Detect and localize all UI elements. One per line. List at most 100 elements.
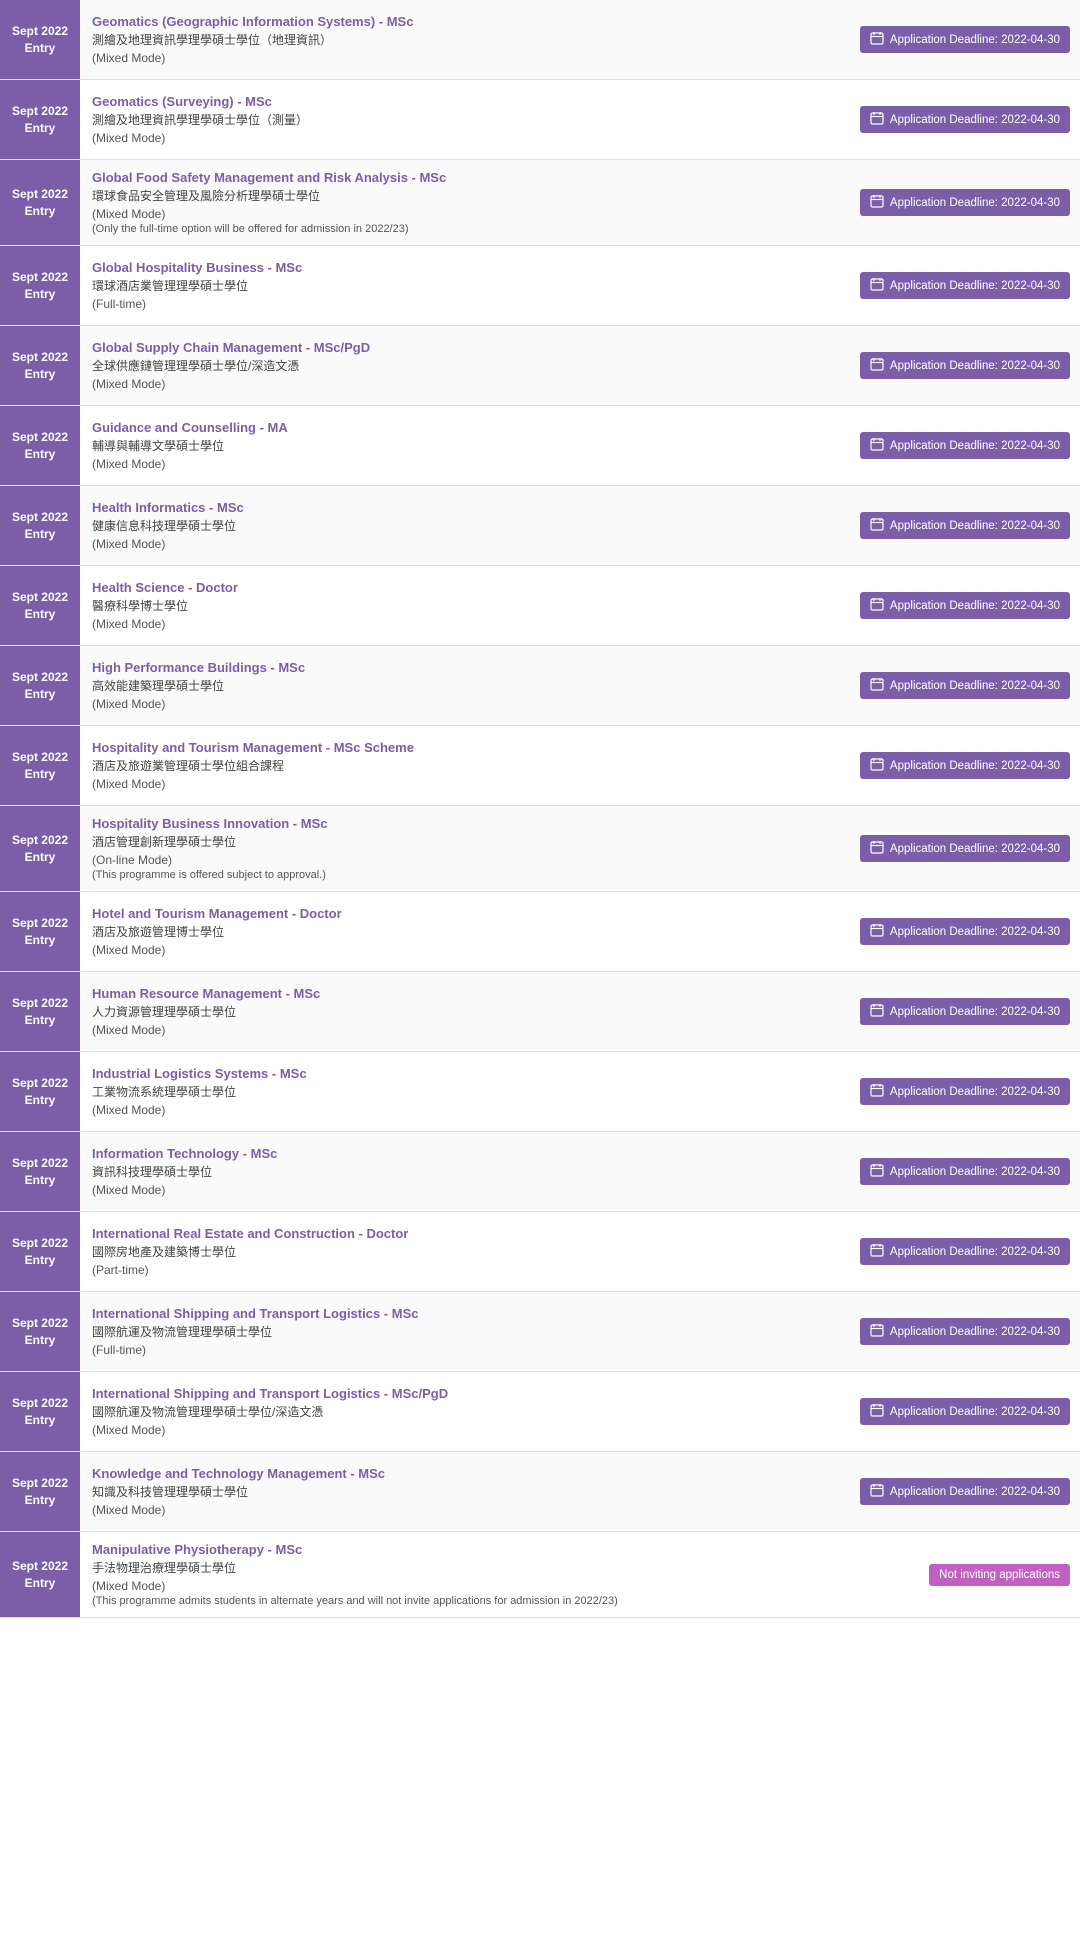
entry-badge: Sept 2022 Entry bbox=[0, 726, 80, 805]
program-info: Industrial Logistics Systems - MSc 工業物流系統… bbox=[80, 1052, 860, 1131]
deadline-text: Application Deadline: 2022-04-30 bbox=[890, 1086, 1060, 1098]
deadline-text: Application Deadline: 2022-04-30 bbox=[890, 600, 1060, 612]
program-row: Sept 2022 EntryGeomatics (Surveying) - M… bbox=[0, 80, 1080, 160]
program-title-zh: 全球供應鏈管理理學碩士學位/深造文憑 bbox=[92, 357, 848, 374]
program-title-zh: 酒店及旅遊業管理碩士學位組合課程 bbox=[92, 757, 848, 774]
deadline-col: Application Deadline: 2022-04-30 bbox=[860, 892, 1080, 971]
calendar-icon bbox=[870, 1323, 884, 1340]
entry-badge: Sept 2022 Entry bbox=[0, 406, 80, 485]
deadline-col: Application Deadline: 2022-04-30 bbox=[860, 80, 1080, 159]
program-mode: (Mixed Mode) bbox=[92, 131, 848, 145]
program-mode: (Mixed Mode) bbox=[92, 1423, 848, 1437]
deadline-badge: Application Deadline: 2022-04-30 bbox=[860, 592, 1070, 619]
deadline-text: Application Deadline: 2022-04-30 bbox=[890, 440, 1060, 452]
deadline-badge: Application Deadline: 2022-04-30 bbox=[860, 432, 1070, 459]
entry-badge: Sept 2022 Entry bbox=[0, 1212, 80, 1291]
calendar-icon bbox=[870, 31, 884, 48]
entry-badge: Sept 2022 Entry bbox=[0, 1532, 80, 1617]
entry-badge: Sept 2022 Entry bbox=[0, 246, 80, 325]
program-row: Sept 2022 Entry Knowledge and Technology … bbox=[0, 1452, 1080, 1532]
calendar-icon bbox=[870, 437, 884, 454]
program-title-en[interactable]: Global Supply Chain Management - MSc/PgD bbox=[92, 340, 848, 355]
calendar-icon bbox=[870, 1163, 884, 1180]
program-title-en[interactable]: Hospitality and Tourism Management - MSc… bbox=[92, 740, 848, 755]
program-title-en[interactable]: International Shipping and Transport Log… bbox=[92, 1386, 848, 1401]
program-title-zh: 手法物理治療理學碩士學位 bbox=[92, 1559, 848, 1576]
deadline-text: Application Deadline: 2022-04-30 bbox=[890, 1246, 1060, 1258]
deadline-badge: Application Deadline: 2022-04-30 bbox=[860, 1078, 1070, 1105]
deadline-col: Application Deadline: 2022-04-30 bbox=[860, 1292, 1080, 1371]
program-title-zh: 測繪及地理資訊學理學碩士學位（測量） bbox=[92, 111, 848, 128]
program-row: Sept 2022 Entry Global Food Safety Manage… bbox=[0, 160, 1080, 246]
calendar-icon bbox=[870, 597, 884, 614]
program-title-zh: 知識及科技管理理學碩士學位 bbox=[92, 1483, 848, 1500]
deadline-badge: Application Deadline: 2022-04-30 bbox=[860, 752, 1070, 779]
program-title-en[interactable]: Health Science - Doctor bbox=[92, 580, 848, 595]
program-mode: (Mixed Mode) bbox=[92, 1579, 848, 1593]
deadline-badge: Application Deadline: 2022-04-30 bbox=[860, 352, 1070, 379]
program-title-en[interactable]: Geomatics (Surveying) - MSc bbox=[92, 94, 848, 109]
program-row: Sept 2022 Entry International Real Estate… bbox=[0, 1212, 1080, 1292]
calendar-icon bbox=[870, 111, 884, 128]
deadline-col: Application Deadline: 2022-04-30 bbox=[860, 160, 1080, 245]
calendar-icon bbox=[870, 1003, 884, 1020]
entry-badge: Sept 2022 Entry bbox=[0, 1052, 80, 1131]
program-title-zh: 酒店及旅遊管理博士學位 bbox=[92, 923, 848, 940]
entry-badge: Sept 2022 Entry bbox=[0, 160, 80, 245]
deadline-badge: Application Deadline: 2022-04-30 bbox=[860, 1318, 1070, 1345]
entry-badge: Sept 2022 Entry bbox=[0, 806, 80, 891]
deadline-text: Application Deadline: 2022-04-30 bbox=[890, 1326, 1060, 1338]
program-row: Sept 2022 EntryHealth Informatics - MSc健… bbox=[0, 486, 1080, 566]
program-row: Sept 2022 EntryGlobal Hospitality Busine… bbox=[0, 246, 1080, 326]
program-title-en[interactable]: Geomatics (Geographic Information System… bbox=[92, 14, 848, 29]
program-title-en[interactable]: Guidance and Counselling - MA bbox=[92, 420, 848, 435]
deadline-badge: Application Deadline: 2022-04-30 bbox=[860, 512, 1070, 539]
entry-badge: Sept 2022 Entry bbox=[0, 1292, 80, 1371]
program-title-en[interactable]: Global Hospitality Business - MSc bbox=[92, 260, 848, 275]
program-mode: (Part-time) bbox=[92, 1263, 848, 1277]
entry-badge: Sept 2022 Entry bbox=[0, 972, 80, 1051]
program-title-en[interactable]: Manipulative Physiotherapy - MSc bbox=[92, 1542, 848, 1557]
program-info: High Performance Buildings - MSc高效能建築理學碩… bbox=[80, 646, 860, 725]
program-info: Global Hospitality Business - MSc環球酒店業管理… bbox=[80, 246, 860, 325]
program-info: Global Supply Chain Management - MSc/PgD… bbox=[80, 326, 860, 405]
program-info: Hospitality Business Innovation - MSc酒店管… bbox=[80, 806, 860, 891]
program-info: Hospitality and Tourism Management - MSc… bbox=[80, 726, 860, 805]
deadline-text: Application Deadline: 2022-04-30 bbox=[890, 114, 1060, 126]
program-row: Sept 2022 EntryHotel and Tourism Managem… bbox=[0, 892, 1080, 972]
program-info: International Real Estate and Constructi… bbox=[80, 1212, 860, 1291]
program-title-en[interactable]: International Real Estate and Constructi… bbox=[92, 1226, 848, 1241]
program-title-en[interactable]: Hospitality Business Innovation - MSc bbox=[92, 816, 848, 831]
program-title-en[interactable]: High Performance Buildings - MSc bbox=[92, 660, 848, 675]
deadline-badge: Not inviting applications bbox=[929, 1564, 1070, 1586]
program-mode: (Mixed Mode) bbox=[92, 1183, 848, 1197]
deadline-text: Application Deadline: 2022-04-30 bbox=[890, 1406, 1060, 1418]
program-title-en[interactable]: Hotel and Tourism Management - Doctor bbox=[92, 906, 848, 921]
program-note: (This programme admits students in alter… bbox=[92, 1595, 848, 1607]
entry-badge: Sept 2022 Entry bbox=[0, 326, 80, 405]
program-title-en[interactable]: International Shipping and Transport Log… bbox=[92, 1306, 848, 1321]
deadline-col: Application Deadline: 2022-04-30 bbox=[860, 0, 1080, 79]
entry-badge: Sept 2022 Entry bbox=[0, 486, 80, 565]
program-info: Health Informatics - MSc健康信息科技理學碩士學位(Mix… bbox=[80, 486, 860, 565]
deadline-text: Application Deadline: 2022-04-30 bbox=[890, 926, 1060, 938]
program-mode: (Mixed Mode) bbox=[92, 207, 848, 221]
program-title-en[interactable]: Human Resource Management - MSc bbox=[92, 986, 848, 1001]
program-info: International Shipping and Transport Log… bbox=[80, 1292, 860, 1371]
deadline-text: Application Deadline: 2022-04-30 bbox=[890, 360, 1060, 372]
program-mode: (Full-time) bbox=[92, 1343, 848, 1357]
program-info: Human Resource Management - MSc人力資源管理理學碩… bbox=[80, 972, 860, 1051]
program-title-en[interactable]: Industrial Logistics Systems - MSc bbox=[92, 1066, 848, 1081]
program-title-en[interactable]: Information Technology - MSc bbox=[92, 1146, 848, 1161]
program-title-zh: 環球食品安全管理及風險分析理學碩士學位 bbox=[92, 187, 848, 204]
program-title-zh: 工業物流系統理學碩士學位 bbox=[92, 1083, 848, 1100]
program-mode: (Mixed Mode) bbox=[92, 943, 848, 957]
deadline-col: Application Deadline: 2022-04-30 bbox=[860, 1372, 1080, 1451]
program-title-en[interactable]: Global Food Safety Management and Risk A… bbox=[92, 170, 848, 185]
program-title-en[interactable]: Health Informatics - MSc bbox=[92, 500, 848, 515]
entry-badge: Sept 2022 Entry bbox=[0, 1452, 80, 1531]
deadline-col: Application Deadline: 2022-04-30 bbox=[860, 646, 1080, 725]
deadline-text: Application Deadline: 2022-04-30 bbox=[890, 280, 1060, 292]
program-info: Geomatics (Geographic Information System… bbox=[80, 0, 860, 79]
program-title-en[interactable]: Knowledge and Technology Management - MS… bbox=[92, 1466, 848, 1481]
